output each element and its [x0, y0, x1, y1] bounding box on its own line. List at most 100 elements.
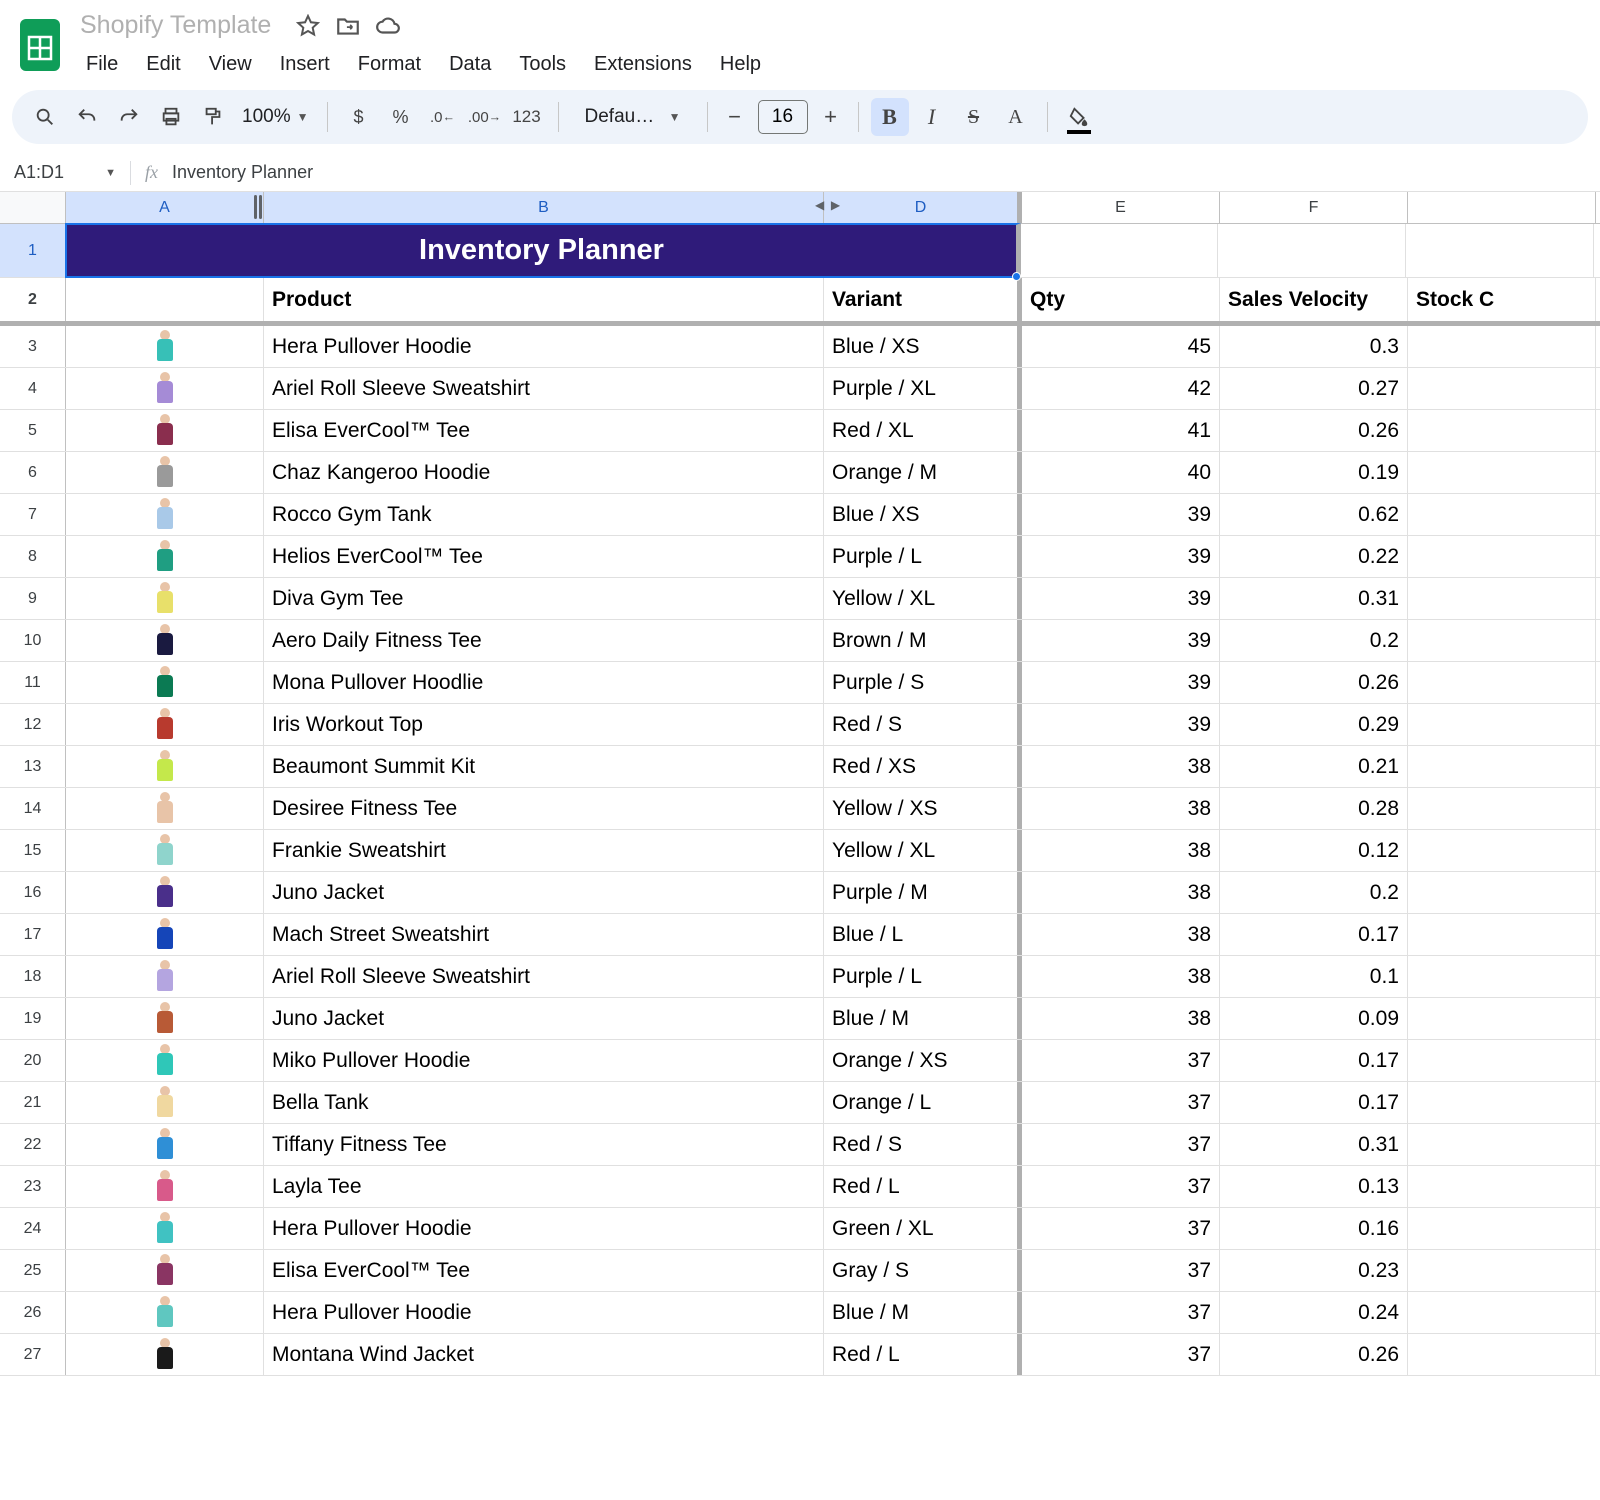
cell[interactable] — [1408, 1334, 1596, 1375]
currency-icon[interactable]: $ — [340, 98, 378, 136]
variant-cell[interactable]: Red / S — [824, 1124, 1022, 1165]
fill-color-button[interactable] — [1060, 98, 1098, 136]
qty-cell[interactable]: 37 — [1022, 1292, 1220, 1333]
column-resize-handle-icon[interactable] — [254, 195, 262, 219]
product-cell[interactable]: Aero Daily Fitness Tee — [264, 620, 824, 661]
col-header-f[interactable]: F — [1220, 192, 1408, 223]
menu-format[interactable]: Format — [346, 47, 433, 82]
thumbnail-cell[interactable] — [66, 662, 264, 703]
qty-cell[interactable]: 38 — [1022, 788, 1220, 829]
variant-cell[interactable]: Brown / M — [824, 620, 1022, 661]
velocity-cell[interactable]: 0.19 — [1220, 452, 1408, 493]
cell[interactable] — [1408, 1082, 1596, 1123]
product-cell[interactable]: Layla Tee — [264, 1166, 824, 1207]
velocity-cell[interactable]: 0.1 — [1220, 956, 1408, 997]
thumbnail-cell[interactable] — [66, 914, 264, 955]
variant-cell[interactable]: Yellow / XL — [824, 578, 1022, 619]
cell[interactable] — [1408, 1250, 1596, 1291]
variant-cell[interactable]: Purple / XL — [824, 368, 1022, 409]
cell[interactable] — [1408, 620, 1596, 661]
product-cell[interactable]: Juno Jacket — [264, 998, 824, 1039]
velocity-cell[interactable]: 0.26 — [1220, 410, 1408, 451]
product-cell[interactable]: Mach Street Sweatshirt — [264, 914, 824, 955]
thumbnail-cell[interactable] — [66, 1124, 264, 1165]
product-cell[interactable]: Hera Pullover Hoodie — [264, 1292, 824, 1333]
cell[interactable] — [1408, 788, 1596, 829]
product-cell[interactable]: Hera Pullover Hoodie — [264, 326, 824, 367]
product-cell[interactable]: Juno Jacket — [264, 872, 824, 913]
increase-font-icon[interactable]: + — [816, 102, 846, 132]
text-color-button[interactable]: A — [997, 98, 1035, 136]
qty-cell[interactable]: 37 — [1022, 1124, 1220, 1165]
move-folder-icon[interactable] — [335, 13, 361, 39]
row-header[interactable]: 13 — [0, 746, 66, 787]
velocity-cell[interactable]: 0.24 — [1220, 1292, 1408, 1333]
variant-cell[interactable]: Red / L — [824, 1166, 1022, 1207]
product-cell[interactable]: Desiree Fitness Tee — [264, 788, 824, 829]
product-cell[interactable]: Diva Gym Tee — [264, 578, 824, 619]
velocity-cell[interactable]: 0.3 — [1220, 326, 1408, 367]
qty-cell[interactable]: 40 — [1022, 452, 1220, 493]
variant-cell[interactable]: Orange / XS — [824, 1040, 1022, 1081]
velocity-cell[interactable]: 0.13 — [1220, 1166, 1408, 1207]
cloud-status-icon[interactable] — [375, 13, 401, 39]
more-formats-button[interactable]: 123 — [508, 98, 546, 136]
thumbnail-cell[interactable] — [66, 704, 264, 745]
qty-cell[interactable]: 41 — [1022, 410, 1220, 451]
variant-cell[interactable]: Orange / M — [824, 452, 1022, 493]
thumbnail-cell[interactable] — [66, 1166, 264, 1207]
bold-button[interactable]: B — [871, 98, 909, 136]
variant-cell[interactable]: Orange / L — [824, 1082, 1022, 1123]
product-cell[interactable]: Hera Pullover Hoodie — [264, 1208, 824, 1249]
velocity-cell[interactable]: 0.21 — [1220, 746, 1408, 787]
row-header[interactable]: 12 — [0, 704, 66, 745]
row-header[interactable]: 23 — [0, 1166, 66, 1207]
menu-extensions[interactable]: Extensions — [582, 47, 704, 82]
row-header[interactable]: 5 — [0, 410, 66, 451]
velocity-cell[interactable]: 0.17 — [1220, 1082, 1408, 1123]
cell[interactable] — [1408, 1040, 1596, 1081]
qty-cell[interactable]: 37 — [1022, 1208, 1220, 1249]
variant-cell[interactable]: Blue / M — [824, 998, 1022, 1039]
thumbnail-cell[interactable] — [66, 788, 264, 829]
velocity-cell[interactable]: 0.2 — [1220, 872, 1408, 913]
zoom-select[interactable]: 100%▼ — [236, 106, 315, 128]
percent-icon[interactable]: % — [382, 98, 420, 136]
qty-cell[interactable]: 37 — [1022, 1040, 1220, 1081]
variant-cell[interactable]: Purple / L — [824, 536, 1022, 577]
velocity-cell[interactable]: 0.26 — [1220, 1334, 1408, 1375]
cell[interactable] — [66, 278, 264, 321]
menu-insert[interactable]: Insert — [268, 47, 342, 82]
variant-cell[interactable]: Blue / XS — [824, 326, 1022, 367]
cell[interactable] — [1408, 830, 1596, 871]
thumbnail-cell[interactable] — [66, 1082, 264, 1123]
row-header[interactable]: 21 — [0, 1082, 66, 1123]
header-product[interactable]: Product — [264, 278, 824, 321]
col-header-e[interactable]: E — [1022, 192, 1220, 223]
row-header[interactable]: 20 — [0, 1040, 66, 1081]
qty-cell[interactable]: 38 — [1022, 830, 1220, 871]
col-header-g[interactable] — [1408, 192, 1596, 223]
variant-cell[interactable]: Gray / S — [824, 1250, 1022, 1291]
thumbnail-cell[interactable] — [66, 956, 264, 997]
thumbnail-cell[interactable] — [66, 578, 264, 619]
product-cell[interactable]: Elisa EverCool™ Tee — [264, 410, 824, 451]
qty-cell[interactable]: 39 — [1022, 620, 1220, 661]
velocity-cell[interactable]: 0.28 — [1220, 788, 1408, 829]
cell[interactable] — [1408, 998, 1596, 1039]
row-header-1[interactable]: 1 — [0, 224, 66, 277]
qty-cell[interactable]: 39 — [1022, 536, 1220, 577]
thumbnail-cell[interactable] — [66, 536, 264, 577]
qty-cell[interactable]: 39 — [1022, 662, 1220, 703]
product-cell[interactable]: Ariel Roll Sleeve Sweatshirt — [264, 956, 824, 997]
cell[interactable] — [1408, 494, 1596, 535]
variant-cell[interactable]: Red / XL — [824, 410, 1022, 451]
variant-cell[interactable]: Purple / L — [824, 956, 1022, 997]
cell[interactable] — [1408, 956, 1596, 997]
row-header[interactable]: 9 — [0, 578, 66, 619]
cell[interactable] — [1406, 224, 1594, 277]
product-cell[interactable]: Elisa EverCool™ Tee — [264, 1250, 824, 1291]
variant-cell[interactable]: Yellow / XL — [824, 830, 1022, 871]
row-header-2[interactable]: 2 — [0, 278, 66, 321]
cell[interactable] — [1408, 662, 1596, 703]
